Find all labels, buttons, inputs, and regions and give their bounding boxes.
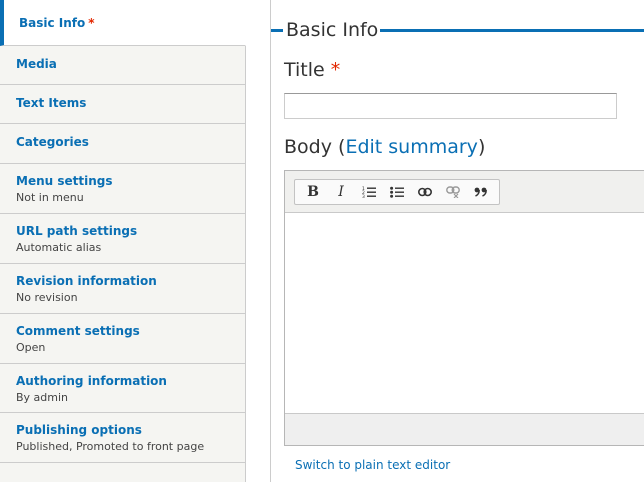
edit-summary-link[interactable]: Edit summary bbox=[345, 136, 478, 158]
fieldset-legend-text: Basic Info bbox=[284, 18, 381, 42]
title-input[interactable] bbox=[284, 93, 617, 119]
tab-revision-information-summary: No revision bbox=[16, 291, 78, 304]
tab-url-path-settings-label: URL path settings bbox=[16, 224, 138, 238]
legend-line-left bbox=[271, 29, 283, 32]
tab-menu-settings[interactable]: Menu settings Not in menu bbox=[0, 164, 245, 214]
tab-url-path-settings-summary: Automatic alias bbox=[16, 241, 102, 254]
tab-url-path-settings[interactable]: URL path settings Automatic alias bbox=[0, 214, 245, 264]
tab-text-items[interactable]: Text Items bbox=[0, 85, 245, 124]
tab-publishing-options[interactable]: Publishing options Published, Promoted t… bbox=[0, 413, 245, 463]
basic-info-fieldset: Basic Info Title * Body (Edit summary) B … bbox=[270, 0, 644, 482]
editor-button-group: B I 1 2 3 bbox=[294, 179, 500, 205]
tab-revision-information[interactable]: Revision information No revision bbox=[0, 264, 245, 314]
tab-authoring-information-label: Authoring information bbox=[16, 374, 167, 388]
tab-basic-info-label: Basic Info * bbox=[19, 16, 95, 30]
bold-icon[interactable]: B bbox=[299, 181, 327, 203]
tab-authoring-information[interactable]: Authoring information By admin bbox=[0, 364, 245, 413]
italic-icon[interactable]: I bbox=[327, 181, 355, 203]
blockquote-icon[interactable] bbox=[467, 181, 495, 203]
numbered-list-icon[interactable]: 1 2 3 bbox=[355, 181, 383, 203]
body-label: Body (Edit summary) bbox=[284, 135, 485, 159]
body-label-close-paren: ) bbox=[477, 136, 486, 158]
svg-text:3: 3 bbox=[362, 194, 365, 198]
italic-glyph: I bbox=[338, 184, 344, 200]
tab-publishing-options-summary: Published, Promoted to front page bbox=[16, 440, 205, 453]
unlink-icon[interactable] bbox=[439, 181, 467, 203]
tab-media[interactable]: Media bbox=[0, 46, 245, 85]
tab-media-label: Media bbox=[16, 57, 57, 71]
title-label: Title * bbox=[284, 58, 340, 82]
editor-toolbar: B I 1 2 3 bbox=[285, 171, 644, 213]
tab-comment-settings-summary: Open bbox=[16, 341, 46, 354]
body-rich-text-editor: B I 1 2 3 bbox=[284, 170, 644, 446]
tab-publishing-options-label: Publishing options bbox=[16, 423, 142, 437]
fieldset-legend: Basic Info bbox=[271, 18, 644, 42]
bulleted-list-icon[interactable] bbox=[383, 181, 411, 203]
tab-comment-settings-label: Comment settings bbox=[16, 324, 140, 338]
required-marker: * bbox=[88, 16, 95, 30]
tab-revision-information-label: Revision information bbox=[16, 274, 157, 288]
bold-glyph: B bbox=[307, 184, 319, 200]
tab-categories[interactable]: Categories bbox=[0, 124, 245, 164]
tab-menu-settings-summary: Not in menu bbox=[16, 191, 84, 204]
link-icon[interactable] bbox=[411, 181, 439, 203]
switch-to-plain-text-link[interactable]: Switch to plain text editor bbox=[295, 458, 450, 472]
tab-comment-settings[interactable]: Comment settings Open bbox=[0, 314, 245, 364]
tab-menu-settings-label: Menu settings bbox=[16, 174, 113, 188]
legend-line-right bbox=[371, 29, 644, 32]
body-editor-content-area[interactable] bbox=[285, 213, 644, 415]
body-label-text: Body bbox=[284, 136, 332, 158]
title-label-text: Title bbox=[284, 59, 325, 81]
editor-status-bar bbox=[285, 413, 644, 445]
tab-text-items-label: Text Items bbox=[16, 96, 87, 110]
tab-categories-label: Categories bbox=[16, 135, 89, 149]
tab-basic-info[interactable]: Basic Info * bbox=[0, 0, 246, 46]
vertical-tabs-menu: Basic Info * Media Text Items Categories … bbox=[0, 0, 246, 482]
title-required-marker: * bbox=[330, 59, 341, 81]
tab-authoring-information-summary: By admin bbox=[16, 391, 69, 404]
